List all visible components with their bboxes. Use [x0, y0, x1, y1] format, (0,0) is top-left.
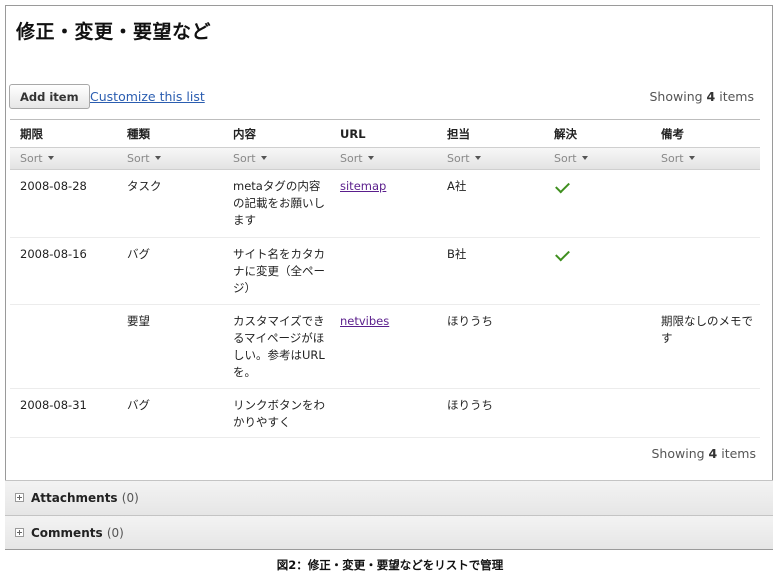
cell-due: 2008-08-31 — [20, 398, 87, 412]
table-sort-row: Sort Sort Sort Sort Sort Sort Sort — [10, 147, 760, 170]
cell-url: sitemap — [340, 178, 438, 195]
cell-resolved — [554, 178, 652, 195]
sort-label: Sort — [20, 152, 43, 165]
cell-note: 期限なしのメモです — [661, 314, 753, 345]
sort-owner[interactable]: Sort — [447, 150, 545, 167]
cell-content: カスタマイズできるマイページがほしい。参考はURLを。 — [233, 314, 325, 379]
sort-label: Sort — [661, 152, 684, 165]
sort-label: Sort — [340, 152, 363, 165]
caret-down-icon — [474, 156, 481, 160]
showing-count-bottom: Showing 4 items — [652, 446, 757, 461]
sort-content[interactable]: Sort — [233, 150, 331, 167]
cell-due: 2008-08-28 — [20, 179, 87, 193]
sort-resolved[interactable]: Sort — [554, 150, 652, 167]
comments-section: Comments (0) — [5, 515, 773, 550]
table-row: 2008-08-31 バグ リンクボタンをわかりやすく ほりうち — [10, 389, 760, 438]
caret-down-icon — [688, 156, 695, 160]
page-title: 修正・変更・要望など — [16, 21, 212, 43]
caret-down-icon — [154, 156, 161, 160]
items-table: 期限 種類 内容 URL 担当 解決 備考 Sort Sort Sort Sor… — [10, 119, 760, 438]
header-owner: 担当 — [447, 127, 470, 141]
table-row: 要望 カスタマイズできるマイページがほしい。参考はURLを。 netvibes … — [10, 305, 760, 389]
sort-label: Sort — [127, 152, 150, 165]
url-link[interactable]: sitemap — [340, 179, 386, 193]
caret-down-icon — [47, 156, 54, 160]
list-toolbar: Add item Customize this list Showing 4 i… — [9, 84, 754, 110]
showing-number: 4 — [708, 446, 718, 461]
cell-content: リンクボタンをわかりやすく — [233, 398, 325, 429]
sort-due[interactable]: Sort — [20, 150, 120, 167]
showing-count-top: Showing 4 items — [650, 89, 755, 104]
customize-list-link[interactable]: Customize this list — [90, 89, 205, 104]
attachments-section: Attachments (0) — [5, 480, 773, 515]
header-content: 内容 — [233, 127, 256, 141]
plus-box-icon[interactable] — [15, 493, 24, 502]
caret-down-icon — [367, 156, 374, 160]
sort-label: Sort — [447, 152, 470, 165]
sort-note[interactable]: Sort — [661, 150, 756, 167]
attachments-toggle[interactable]: Attachments (0) — [31, 491, 139, 505]
figure-caption: 図2：修正・変更・要望などをリストで管理 — [276, 558, 504, 572]
cell-due: 2008-08-16 — [20, 247, 87, 261]
comments-toggle[interactable]: Comments (0) — [31, 526, 124, 540]
cell-owner: A社 — [447, 179, 467, 193]
plus-box-icon[interactable] — [15, 528, 24, 537]
header-due: 期限 — [20, 127, 43, 141]
comments-count: (0) — [106, 526, 124, 540]
add-item-button[interactable]: Add item — [9, 84, 90, 109]
cell-type: タスク — [127, 179, 162, 193]
header-note: 備考 — [661, 127, 684, 141]
sort-label: Sort — [233, 152, 256, 165]
cell-owner: ほりうち — [447, 398, 493, 412]
showing-suffix: items — [721, 446, 756, 461]
showing-prefix: Showing — [649, 89, 703, 104]
cell-content: metaタグの内容の記載をお願いします — [233, 179, 325, 227]
cell-type: バグ — [127, 247, 150, 261]
table-row: 2008-08-28 タスク metaタグの内容の記載をお願いします sitem… — [10, 170, 760, 238]
sort-label: Sort — [554, 152, 577, 165]
table-row: 2008-08-16 バグ サイト名をカタカナに変更（全ページ） B社 — [10, 238, 760, 305]
cell-url: netvibes — [340, 313, 438, 330]
showing-prefix: Showing — [651, 446, 705, 461]
header-type: 種類 — [127, 127, 150, 141]
cell-content: サイト名をカタカナに変更（全ページ） — [233, 247, 325, 295]
sort-url[interactable]: Sort — [340, 150, 438, 167]
cell-owner: B社 — [447, 247, 467, 261]
cell-owner: ほりうち — [447, 314, 493, 328]
header-resolved: 解決 — [554, 127, 577, 141]
checkmark-icon — [555, 246, 570, 262]
cell-resolved — [554, 246, 652, 263]
header-url: URL — [340, 127, 366, 141]
attachments-count: (0) — [121, 491, 139, 505]
showing-number: 4 — [706, 89, 716, 104]
caret-down-icon — [581, 156, 588, 160]
showing-suffix: items — [719, 89, 754, 104]
comments-label: Comments — [31, 526, 103, 540]
url-link[interactable]: netvibes — [340, 314, 389, 328]
cell-type: 要望 — [127, 314, 150, 328]
sort-type[interactable]: Sort — [127, 150, 222, 167]
cell-type: バグ — [127, 398, 150, 412]
caret-down-icon — [260, 156, 267, 160]
table-header-row: 期限 種類 内容 URL 担当 解決 備考 — [10, 120, 760, 147]
checkmark-icon — [555, 178, 570, 194]
attachments-label: Attachments — [31, 491, 118, 505]
